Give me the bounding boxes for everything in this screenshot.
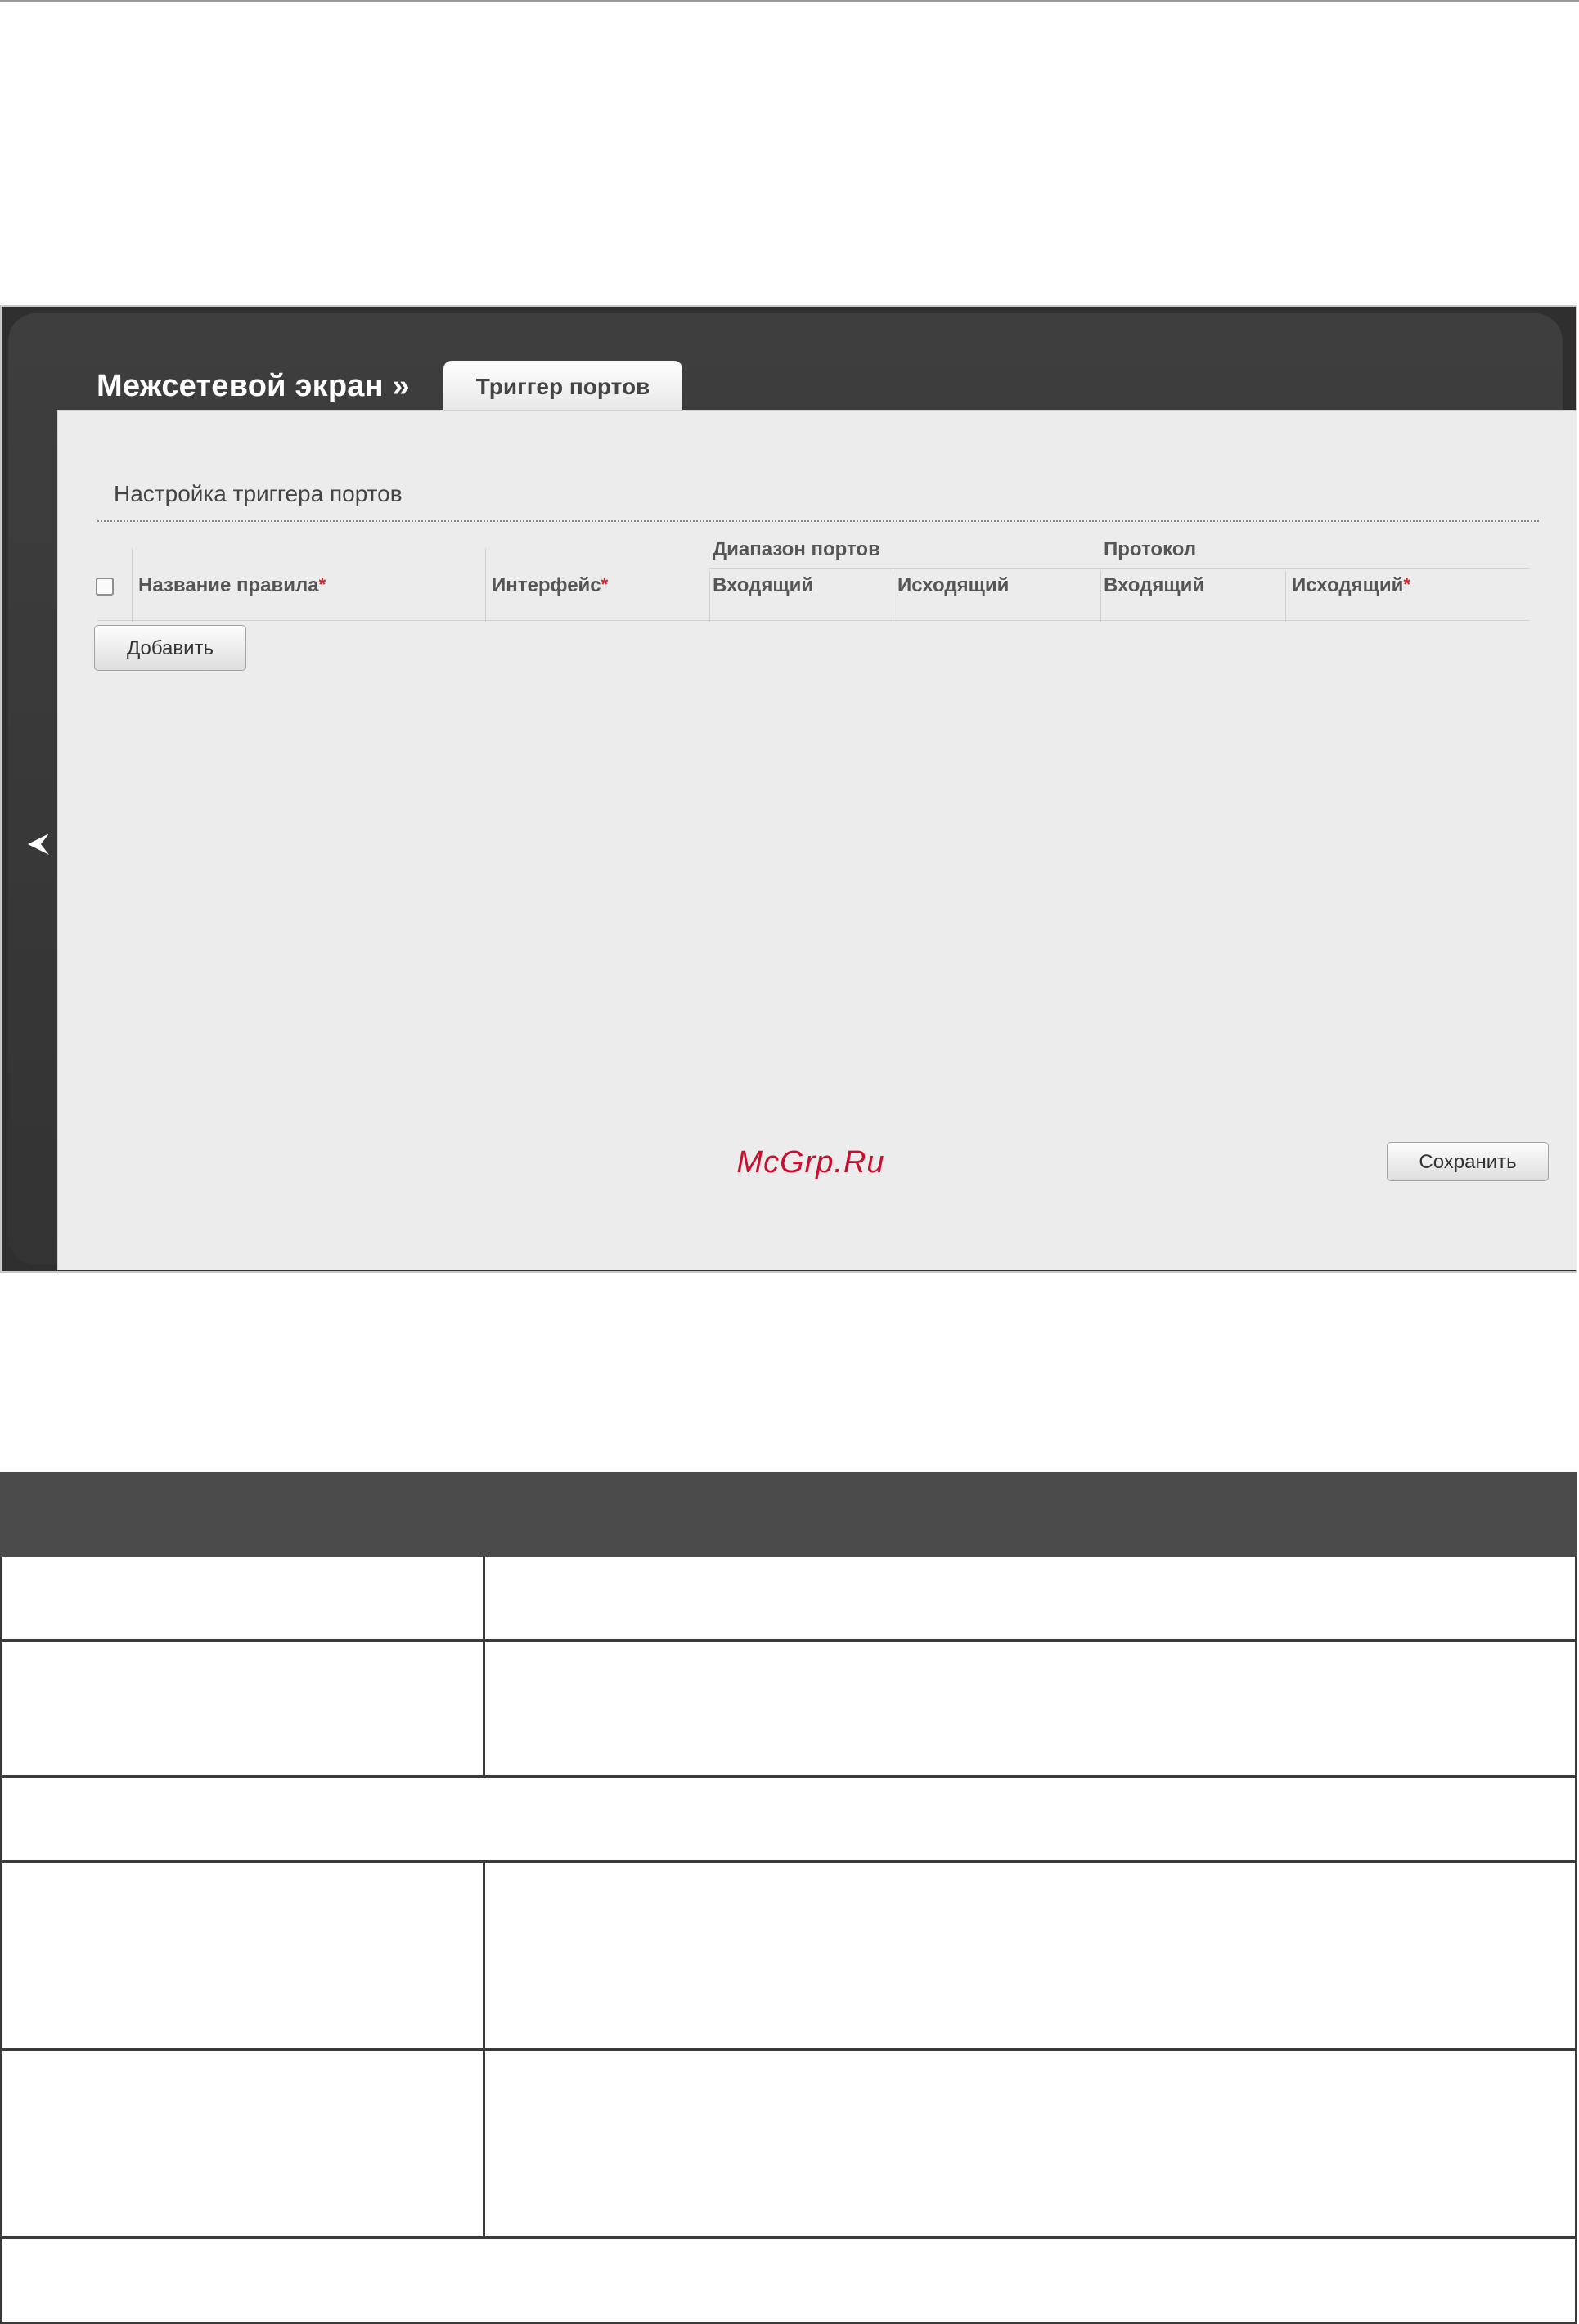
col-interface-label: Интерфейс	[492, 574, 601, 596]
col-port-in: Входящий	[713, 574, 814, 596]
add-button[interactable]: Добавить	[94, 625, 246, 671]
panel-heading: Настройка триггера портов	[114, 481, 403, 506]
window-frame: Межсетевой экран » Триггер портов Настро…	[8, 313, 1577, 1270]
chevron-left-icon[interactable]	[25, 830, 52, 858]
header-subdivider	[709, 568, 1529, 569]
col-rule-name: Название правила*	[138, 574, 326, 597]
select-all-checkbox[interactable]	[96, 578, 114, 596]
table-row	[0, 1557, 1577, 1642]
column-divider	[483, 1642, 485, 1778]
required-mark: *	[318, 574, 326, 595]
watermark: McGrp.Ru	[736, 1145, 885, 1180]
table-row	[0, 1863, 1577, 2051]
top-rule	[0, 0, 1579, 2]
col-protocol: Протокол	[1104, 538, 1197, 560]
required-mark: *	[1403, 574, 1410, 595]
col-proto-out: Исходящий*	[1292, 574, 1410, 597]
tab-port-trigger[interactable]: Триггер портов	[443, 361, 682, 413]
parameters-table	[0, 1472, 1577, 2324]
table-row-section	[0, 2239, 1577, 2324]
col-divider	[1285, 571, 1286, 622]
column-divider	[483, 1863, 485, 2051]
col-divider	[1100, 571, 1101, 622]
col-proto-in: Входящий	[1104, 574, 1205, 596]
heading-divider	[97, 520, 1539, 522]
col-divider	[709, 571, 710, 622]
column-divider	[483, 1557, 485, 1642]
col-rule-name-label: Название правила	[138, 574, 319, 596]
router-ui-screenshot: Межсетевой экран » Триггер портов Настро…	[0, 305, 1577, 1273]
section-title: Межсетевой экран »	[97, 369, 410, 403]
settings-panel: Настройка триггера портов Название прави…	[57, 410, 1577, 1270]
table-row-section	[0, 1778, 1577, 1863]
table-row	[0, 1642, 1577, 1778]
table-row	[0, 2051, 1577, 2239]
col-divider	[485, 548, 486, 622]
col-port-range: Диапазон портов	[713, 538, 880, 560]
col-interface: Интерфейс*	[492, 574, 608, 597]
table-header	[0, 1472, 1577, 1557]
col-port-out: Исходящий	[897, 574, 1010, 596]
required-mark: *	[601, 574, 609, 595]
col-proto-out-label: Исходящий	[1292, 574, 1404, 596]
column-divider	[483, 2051, 485, 2239]
save-button[interactable]: Сохранить	[1387, 1142, 1549, 1181]
header-bottom-line	[97, 620, 1529, 621]
col-divider	[132, 548, 133, 622]
